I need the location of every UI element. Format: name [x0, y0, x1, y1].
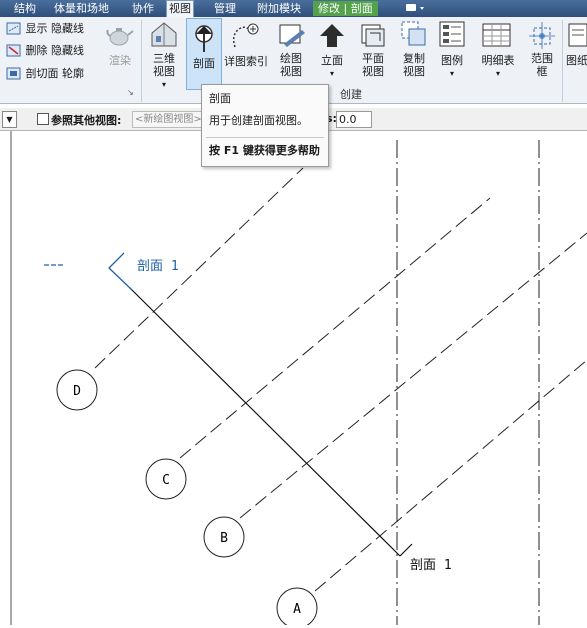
grid-line-b [239, 232, 587, 519]
duplicate-view-label-1: 复制 [403, 52, 425, 65]
plan-views-label-2: 视图 [362, 65, 384, 78]
section-label: 剖面 [193, 57, 215, 70]
schedules-label: 明细表 [481, 54, 515, 67]
section-line[interactable] [129, 287, 401, 557]
elevation-label: 立面 [321, 54, 343, 67]
panel-separator [141, 20, 142, 102]
show-hidden-lines-button[interactable]: 显示 隐藏线 [6, 20, 84, 38]
tooltip-description: 用于创建剖面视图。 [209, 114, 308, 127]
offset-input[interactable]: 0.0 [336, 111, 372, 128]
schedule-icon [482, 22, 512, 51]
elevation-icon [318, 22, 346, 51]
three-d-view-label-1: 三维 [153, 52, 175, 65]
grid-label-d: D [73, 384, 81, 399]
section-tail [399, 543, 413, 557]
section-icon [195, 25, 213, 52]
sheet-icon [566, 22, 587, 51]
plan-views-label-1: 平面 [362, 52, 384, 65]
duplicate-view-button[interactable]: 复制 视图 [397, 52, 431, 78]
create-panel-title: 创建 [340, 88, 362, 101]
hidden-lines-icon [6, 22, 21, 35]
drafting-view-icon [278, 22, 306, 51]
cut-profile-label: 剖切面 轮廓 [25, 67, 85, 80]
drawing-area[interactable]: D C B A 剖面 1 剖面 1 [0, 131, 587, 628]
legends-button[interactable]: 图例 ▾ [436, 54, 468, 80]
drafting-view-label-2: 视图 [280, 65, 302, 78]
grid-line-c [179, 197, 491, 459]
duplicate-view-icon [400, 20, 428, 51]
cut-profile-icon [6, 67, 21, 80]
type-selector-dropdown[interactable]: ▼ [2, 111, 17, 128]
grid-label-b: B [220, 531, 228, 546]
render-button[interactable]: 渲染 [106, 54, 134, 67]
panel-launcher-icon[interactable]: ↘ [127, 88, 134, 97]
grid-line-a [314, 359, 587, 592]
teapot-icon [105, 23, 135, 50]
chevron-down-icon: ▾ [161, 80, 166, 89]
section-head-icon[interactable] [108, 252, 133, 291]
three-d-view-label-2: 视图 [153, 65, 175, 78]
house-3d-icon [149, 20, 179, 51]
legend-icon [438, 20, 466, 51]
tooltip-divider [206, 137, 324, 138]
section-label-bottom: 剖面 1 [410, 558, 452, 573]
scope-box-label-2: 框 [536, 65, 548, 78]
plan-views-button[interactable]: 平面 视图 [356, 52, 390, 78]
callout-icon [229, 21, 263, 52]
remove-hidden-lines-icon [6, 44, 21, 57]
remove-hidden-lines-label: 删除 隐藏线 [25, 44, 85, 57]
cut-profile-button[interactable]: 剖切面 轮廓 [6, 65, 84, 83]
grid-label-c: C [162, 473, 170, 488]
grid-line-d [94, 167, 304, 369]
ribbon-tab-bar: 结构 体量和场地 协作 视图 管理 附加模块 修改 | 剖面 [0, 0, 587, 18]
section-label-top: 剖面 1 [137, 259, 179, 274]
tooltip-help: 按 F1 键获得更多帮助 [209, 144, 320, 157]
sheet-button[interactable]: 图纸 [566, 54, 587, 67]
chevron-down-icon: ▾ [329, 69, 334, 78]
tooltip-title: 剖面 [209, 92, 231, 105]
scope-box-button[interactable]: 范围 框 [526, 52, 558, 78]
drawing-canvas[interactable]: D C B A 剖面 1 剖面 1 [0, 131, 587, 628]
legends-label: 图例 [441, 54, 463, 67]
section-tooltip: 剖面 用于创建剖面视图。 按 F1 键获得更多帮助 [201, 84, 329, 167]
panel-separator [562, 20, 563, 102]
drafting-view-label-1: 绘图 [280, 52, 302, 65]
tab-addins[interactable]: 附加模块 [255, 1, 303, 16]
tab-view[interactable]: 视图 [166, 0, 194, 18]
callout-button[interactable]: 详图索引 [223, 55, 269, 68]
three-d-view-button[interactable]: 三维 视图 ▾ [148, 52, 180, 91]
tab-manage[interactable]: 管理 [212, 1, 238, 16]
elevation-button[interactable]: 立面 ▾ [316, 54, 348, 80]
quick-dropdown-icon[interactable] [401, 1, 431, 16]
section-button[interactable]: 剖面 [186, 18, 222, 90]
drafting-view-button[interactable]: 绘图 视图 [275, 52, 307, 78]
reference-view-select[interactable]: <新绘图视图> [132, 111, 210, 128]
reference-other-view-label: 参照其他视图: [51, 114, 122, 127]
tab-modify-section[interactable]: 修改 | 剖面 [313, 1, 378, 16]
show-hidden-lines-label: 显示 隐藏线 [25, 22, 85, 35]
chevron-down-icon: ▾ [495, 69, 500, 78]
remove-hidden-lines-button[interactable]: 删除 隐藏线 [6, 42, 84, 60]
tab-structure[interactable]: 结构 [12, 1, 38, 16]
duplicate-view-label-2: 视图 [403, 65, 425, 78]
scope-box-label-1: 范围 [531, 52, 553, 65]
reference-view-checkbox[interactable] [37, 113, 49, 125]
tab-massing-site[interactable]: 体量和场地 [52, 1, 111, 16]
tab-collaborate[interactable]: 协作 [130, 1, 156, 16]
chevron-down-icon: ▾ [449, 69, 454, 78]
plan-views-icon [359, 22, 387, 51]
grid-label-a: A [293, 602, 301, 617]
scope-box-icon [528, 20, 556, 53]
schedules-button[interactable]: 明细表 ▾ [476, 54, 520, 80]
